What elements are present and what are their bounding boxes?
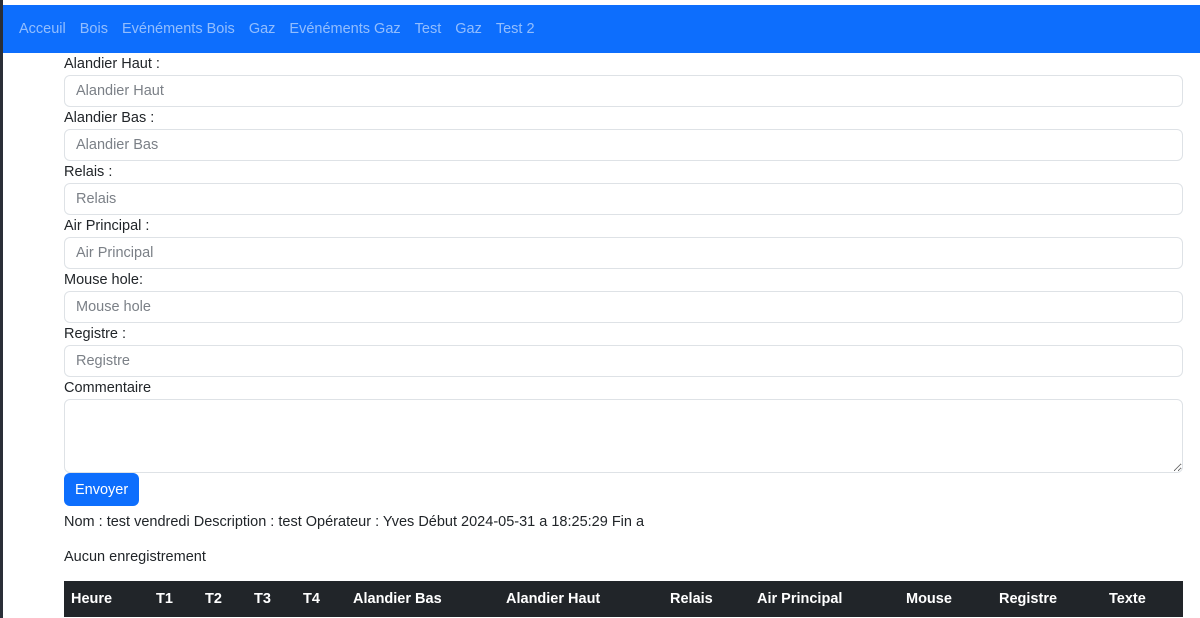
nav-link-test-2[interactable]: Test 2 <box>496 21 535 37</box>
alandier-haut-input[interactable] <box>64 75 1183 107</box>
top-navbar: Acceuil Bois Evénéments Bois Gaz Evénéme… <box>3 5 1200 53</box>
header-t4: T4 <box>303 591 320 607</box>
mouse-hole-input[interactable] <box>64 291 1183 323</box>
header-texte: Texte <box>1109 591 1146 607</box>
nav-link-bois[interactable]: Bois <box>80 21 108 37</box>
records-table: Heure T1 T2 T3 T4 Alandier Bas Alandier … <box>64 581 1183 617</box>
alandier-bas-label: Alandier Bas : <box>64 110 155 126</box>
header-t3: T3 <box>254 591 271 607</box>
relais-label: Relais : <box>64 164 113 180</box>
nav-link-gaz-2[interactable]: Gaz <box>455 21 482 37</box>
commentaire-label: Commentaire <box>64 380 152 396</box>
registre-input[interactable] <box>64 345 1183 377</box>
nav-link-acceuil[interactable]: Acceuil <box>19 21 66 37</box>
header-registre: Registre <box>999 591 1058 607</box>
envoyer-button[interactable]: Envoyer <box>64 473 140 506</box>
mouse-hole-label: Mouse hole: <box>64 272 143 288</box>
header-t2: T2 <box>205 591 222 607</box>
empty-records-message: Aucun enregistrement <box>64 549 206 565</box>
header-t1: T1 <box>156 591 173 607</box>
session-info-text: Nom : test vendredi Description : test O… <box>64 514 645 530</box>
header-heure: Heure <box>71 591 113 607</box>
nav-link-test[interactable]: Test <box>415 21 442 37</box>
registre-label: Registre : <box>64 326 127 342</box>
nav-link-evenements-gaz[interactable]: Evénéments Gaz <box>289 21 400 37</box>
nav-link-evenements-bois[interactable]: Evénéments Bois <box>122 21 235 37</box>
alandier-haut-label: Alandier Haut : <box>64 56 160 72</box>
relais-input[interactable] <box>64 183 1183 215</box>
alandier-bas-input[interactable] <box>64 129 1183 161</box>
commentaire-textarea[interactable] <box>64 399 1183 473</box>
air-principal-input[interactable] <box>64 237 1183 269</box>
header-air-principal: Air Principal <box>757 591 843 607</box>
header-mouse: Mouse <box>906 591 952 607</box>
nav-link-gaz[interactable]: Gaz <box>249 21 276 37</box>
header-alandier-bas: Alandier Bas <box>353 591 442 607</box>
table-header-row: Heure T1 T2 T3 T4 Alandier Bas Alandier … <box>64 581 1183 617</box>
header-relais: Relais <box>670 591 713 607</box>
window-left-edge <box>0 0 3 618</box>
header-alandier-haut: Alandier Haut <box>506 591 601 607</box>
main-form-container: Alandier Haut : Alandier Bas : Relais : … <box>64 53 1183 617</box>
air-principal-label: Air Principal : <box>64 218 150 234</box>
